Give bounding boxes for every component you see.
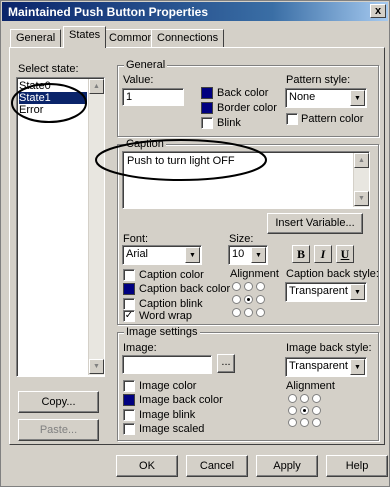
annotation-ellipse-states [11,83,87,123]
general-group-title: General [124,59,168,71]
select-state-label: Select state: [18,63,79,75]
chevron-down-icon[interactable]: ▼ [185,247,200,263]
image-scaled-checkbox[interactable] [123,423,135,435]
caption-align-bottom-right[interactable] [256,308,265,317]
image-color-checkbox[interactable] [123,380,135,392]
caption-align-top-right[interactable] [256,282,265,291]
pattern-style-value: None [289,91,316,103]
chevron-down-icon[interactable]: ▼ [350,284,365,300]
value-input[interactable]: 1 [122,88,184,106]
image-alignment-label: Alignment [286,380,335,392]
pattern-style-label: Pattern style: [286,74,351,86]
properties-dialog: Maintained Push Button Properties x Gene… [0,0,390,487]
image-align-mid-center[interactable] [300,406,309,415]
caption-scrollbar[interactable]: ▲ ▼ [353,153,369,207]
close-button[interactable]: x [370,4,386,18]
ok-button[interactable]: OK [116,455,178,477]
chevron-down-icon[interactable]: ▼ [350,359,365,375]
paste-button[interactable]: Paste... [18,419,99,441]
pattern-style-select[interactable]: None ▼ [285,88,367,108]
caption-back-style-value: Transparent [289,285,348,297]
image-align-top-center[interactable] [300,394,309,403]
border-color-label: Border color [217,102,277,114]
caption-alignment-label: Alignment [230,268,279,280]
title-bar: Maintained Push Button Properties x [2,2,388,21]
blink-label: Blink [217,117,241,129]
font-label: Font: [123,233,149,245]
caption-back-style-select[interactable]: Transparent ▼ [285,282,367,302]
back-color-swatch[interactable] [201,87,213,99]
size-label: Size: [229,233,254,245]
caption-align-mid-right[interactable] [256,295,265,304]
caption-back-style-label: Caption back style: [286,268,379,280]
tab-general[interactable]: General [10,29,62,47]
word-wrap-label: Word wrap [139,310,192,322]
caption-align-mid-center[interactable] [244,295,253,304]
scroll-down-icon[interactable]: ▼ [89,359,104,374]
scroll-down-icon[interactable]: ▼ [354,191,369,206]
font-select[interactable]: Arial ▼ [122,245,202,265]
word-wrap-checkbox[interactable]: ✓ [123,310,135,322]
caption-back-color-swatch[interactable] [123,283,135,295]
border-color-swatch[interactable] [201,102,213,114]
cancel-button[interactable]: Cancel [186,455,248,477]
image-back-style-select[interactable]: Transparent ▼ [285,357,367,377]
image-align-top-left[interactable] [288,394,297,403]
back-color-label: Back color [217,87,269,99]
value-label: Value: [123,74,154,86]
bold-button[interactable]: B [292,245,310,263]
image-back-color-label: Image back color [139,394,223,406]
caption-align-mid-left[interactable] [232,295,241,304]
apply-button[interactable]: Apply [256,455,318,477]
chevron-down-icon[interactable]: ▼ [350,90,365,106]
caption-blink-checkbox[interactable] [123,298,135,310]
copy-button[interactable]: Copy... [18,391,99,413]
image-path-input[interactable] [122,355,212,374]
image-settings-group-title: Image settings [124,326,200,338]
image-color-label: Image color [139,380,197,392]
image-label: Image: [123,342,157,354]
caption-align-bottom-center[interactable] [244,308,253,317]
image-align-bottom-left[interactable] [288,418,297,427]
state-list-scrollbar[interactable]: ▲ ▼ [88,79,104,375]
caption-color-checkbox[interactable] [123,269,135,281]
image-align-bottom-center[interactable] [300,418,309,427]
window-title: Maintained Push Button Properties [8,5,209,19]
annotation-ellipse-caption [95,139,267,181]
image-align-top-right[interactable] [312,394,321,403]
image-align-mid-left[interactable] [288,406,297,415]
image-back-color-swatch[interactable] [123,394,135,406]
caption-blink-label: Caption blink [139,298,203,310]
size-select[interactable]: 10 ▼ [228,245,268,265]
font-value: Arial [126,248,149,260]
image-back-style-value: Transparent [289,360,348,372]
insert-variable-button[interactable]: Insert Variable... [267,213,363,234]
caption-back-color-label: Caption back color [139,283,231,295]
scroll-up-icon[interactable]: ▲ [354,153,369,168]
image-back-style-label: Image back style: [286,342,372,354]
chevron-down-icon[interactable]: ▼ [251,247,266,263]
pattern-color-label: Pattern color [301,113,364,125]
image-blink-label: Image blink [139,409,196,421]
caption-align-top-center[interactable] [244,282,253,291]
image-scaled-label: Image scaled [139,423,205,435]
pattern-color-checkbox[interactable] [286,113,298,125]
caption-align-top-left[interactable] [232,282,241,291]
underline-button[interactable]: U [336,245,354,263]
image-align-bottom-right[interactable] [312,418,321,427]
size-value: 10 [232,248,245,260]
browse-image-button[interactable]: ... [217,354,235,373]
caption-color-label: Caption color [139,269,204,281]
image-align-mid-right[interactable] [312,406,321,415]
tab-connections[interactable]: Connections [151,29,225,47]
help-button[interactable]: Help [326,455,388,477]
italic-button[interactable]: I [314,245,332,263]
caption-align-bottom-left[interactable] [232,308,241,317]
scroll-up-icon[interactable]: ▲ [89,79,104,94]
tab-states[interactable]: States [63,26,107,48]
image-blink-checkbox[interactable] [123,409,135,421]
blink-checkbox[interactable] [201,117,213,129]
